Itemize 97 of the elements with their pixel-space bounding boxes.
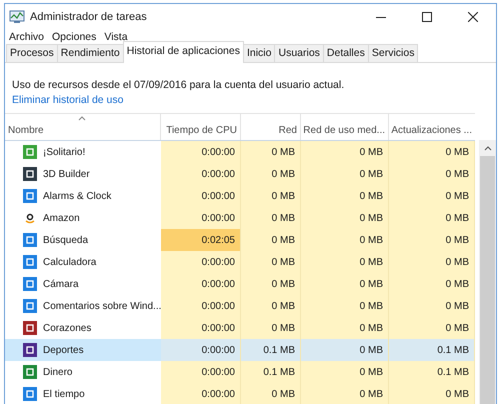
table-row[interactable]: Amazon 0:00:00 0 MB 0 MB 0 MB [5, 207, 475, 229]
metered-network-cell: 0 MB [301, 207, 389, 229]
metered-network-cell: 0 MB [301, 273, 389, 295]
network-cell: 0.1 MB [241, 339, 301, 361]
column-header[interactable]: Red [278, 125, 297, 136]
app-icon [23, 211, 37, 225]
network-cell: 0 MB [241, 295, 301, 317]
menu-item[interactable]: Vista [104, 30, 128, 42]
monitor-icon [9, 10, 25, 24]
cpu-time-cell: 0:00:00 [161, 141, 241, 163]
network-cell: 0 MB [241, 163, 301, 185]
table-row[interactable]: 3D Builder 0:00:00 0 MB 0 MB 0 MB [5, 163, 475, 185]
network-cell: 0 MB [241, 317, 301, 339]
table-row[interactable]: Dinero 0:00:00 0.1 MB 0 MB 0.1 MB [5, 361, 475, 383]
updates-cell: 0.1 MB [389, 361, 475, 383]
updates-cell: 0 MB [389, 229, 475, 251]
metered-network-cell: 0 MB [301, 163, 389, 185]
table-row[interactable]: El tiempo 0:00:00 0 MB 0 MB 0 MB [5, 383, 475, 404]
cpu-time-cell: 0:00:00 [161, 273, 241, 295]
tab[interactable]: Servicios [368, 44, 418, 62]
cpu-time-cell: 0:00:00 [161, 339, 241, 361]
cpu-time-cell: 0:00:00 [161, 383, 241, 404]
app-name: 3D Builder [43, 168, 90, 180]
app-name: Alarms & Clock [43, 190, 112, 202]
app-name: Amazon [43, 212, 80, 224]
table-row[interactable]: Comentarios sobre Wind... 0:00:00 0 MB 0 MB 0 MB [5, 295, 475, 317]
network-cell: 0 MB [241, 229, 301, 251]
metered-network-cell: 0 MB [301, 339, 389, 361]
column-header[interactable]: Tiempo de CPU [166, 125, 237, 136]
tab[interactable]: Usuarios [274, 44, 324, 62]
column-header[interactable]: Red de uso med... [303, 125, 385, 136]
metered-network-cell: 0 MB [301, 361, 389, 383]
network-cell: 0 MB [241, 141, 301, 163]
updates-cell: 0 MB [389, 273, 475, 295]
cpu-time-cell: 0:00:00 [161, 207, 241, 229]
column-header[interactable]: Nombre [8, 125, 44, 136]
metered-network-cell: 0 MB [301, 229, 389, 251]
menu-item[interactable]: Archivo [9, 30, 44, 42]
table-row[interactable]: Búsqueda 0:02:05 0 MB 0 MB 0 MB [5, 229, 475, 251]
updates-cell: 0 MB [389, 317, 475, 339]
app-name: Calculadora [43, 256, 96, 268]
app-name: El tiempo [43, 388, 85, 400]
tab[interactable]: Inicio [242, 44, 276, 62]
network-cell: 0 MB [241, 207, 301, 229]
scroll-up-icon[interactable] [484, 146, 492, 151]
metered-network-cell: 0 MB [301, 383, 389, 404]
cpu-time-cell: 0:02:05 [161, 229, 241, 251]
cpu-time-cell: 0:00:00 [161, 163, 241, 185]
network-cell: 0 MB [241, 185, 301, 207]
updates-cell: 0 MB [389, 141, 475, 163]
network-cell: 0.1 MB [241, 361, 301, 383]
metered-network-cell: 0 MB [301, 185, 389, 207]
updates-cell: 0 MB [389, 295, 475, 317]
scrollbar[interactable] [479, 140, 496, 404]
app-name: ¡Solitario! [43, 146, 86, 158]
metered-network-cell: 0 MB [301, 317, 389, 339]
app-name: Dinero [43, 366, 72, 378]
updates-cell: 0 MB [389, 251, 475, 273]
cpu-time-cell: 0:00:00 [161, 295, 241, 317]
table-row[interactable]: Alarms & Clock 0:00:00 0 MB 0 MB 0 MB [5, 185, 475, 207]
updates-cell: 0.1 MB [389, 339, 475, 361]
table-row[interactable]: ¡Solitario! 0:00:00 0 MB 0 MB 0 MB [5, 141, 475, 163]
column-header[interactable]: Actualizaciones ... [391, 125, 472, 136]
cpu-time-cell: 0:00:00 [161, 317, 241, 339]
metered-network-cell: 0 MB [301, 295, 389, 317]
app-name: Corazones [43, 322, 92, 334]
tab[interactable]: Rendimiento [56, 44, 124, 62]
table-row[interactable]: Deportes 0:00:00 0.1 MB 0 MB 0.1 MB [5, 339, 475, 361]
menu-item[interactable]: Opciones [52, 30, 96, 42]
updates-cell: 0 MB [389, 163, 475, 185]
app-name: Deportes [43, 344, 84, 356]
network-cell: 0 MB [241, 251, 301, 273]
table-row[interactable]: Cámara 0:00:00 0 MB 0 MB 0 MB [5, 273, 475, 295]
cpu-time-cell: 0:00:00 [161, 185, 241, 207]
app-name: Comentarios sobre Wind... [43, 300, 162, 312]
window-title: Administrador de tareas [30, 10, 147, 22]
metered-network-cell: 0 MB [301, 251, 389, 273]
network-cell: 0 MB [241, 273, 301, 295]
tab[interactable]: Procesos [6, 44, 58, 62]
maximize-icon[interactable] [422, 12, 432, 22]
updates-cell: 0 MB [389, 185, 475, 207]
cpu-time-cell: 0:00:00 [161, 361, 241, 383]
tab[interactable]: Historial de aplicaciones [122, 41, 244, 63]
table-row[interactable]: Corazones 0:00:00 0 MB 0 MB 0 MB [5, 317, 475, 339]
metered-network-cell: 0 MB [301, 141, 389, 163]
updates-cell: 0 MB [389, 383, 475, 404]
tab[interactable]: Detalles [322, 44, 369, 62]
usage-description: Uso de recursos desde el 07/09/2016 para la cuenta del usuario actual. [12, 78, 346, 93]
delete-history-link[interactable]: Eliminar historial de uso [12, 93, 124, 108]
table-row[interactable]: Calculadora 0:00:00 0 MB 0 MB 0 MB [5, 251, 475, 273]
cpu-time-cell: 0:00:00 [161, 251, 241, 273]
updates-cell: 0 MB [389, 207, 475, 229]
network-cell: 0 MB [241, 383, 301, 404]
scrollbar-thumb[interactable] [480, 156, 495, 404]
app-name: Cámara [43, 278, 79, 290]
app-name: Búsqueda [43, 234, 88, 246]
close-icon[interactable] [468, 12, 478, 22]
